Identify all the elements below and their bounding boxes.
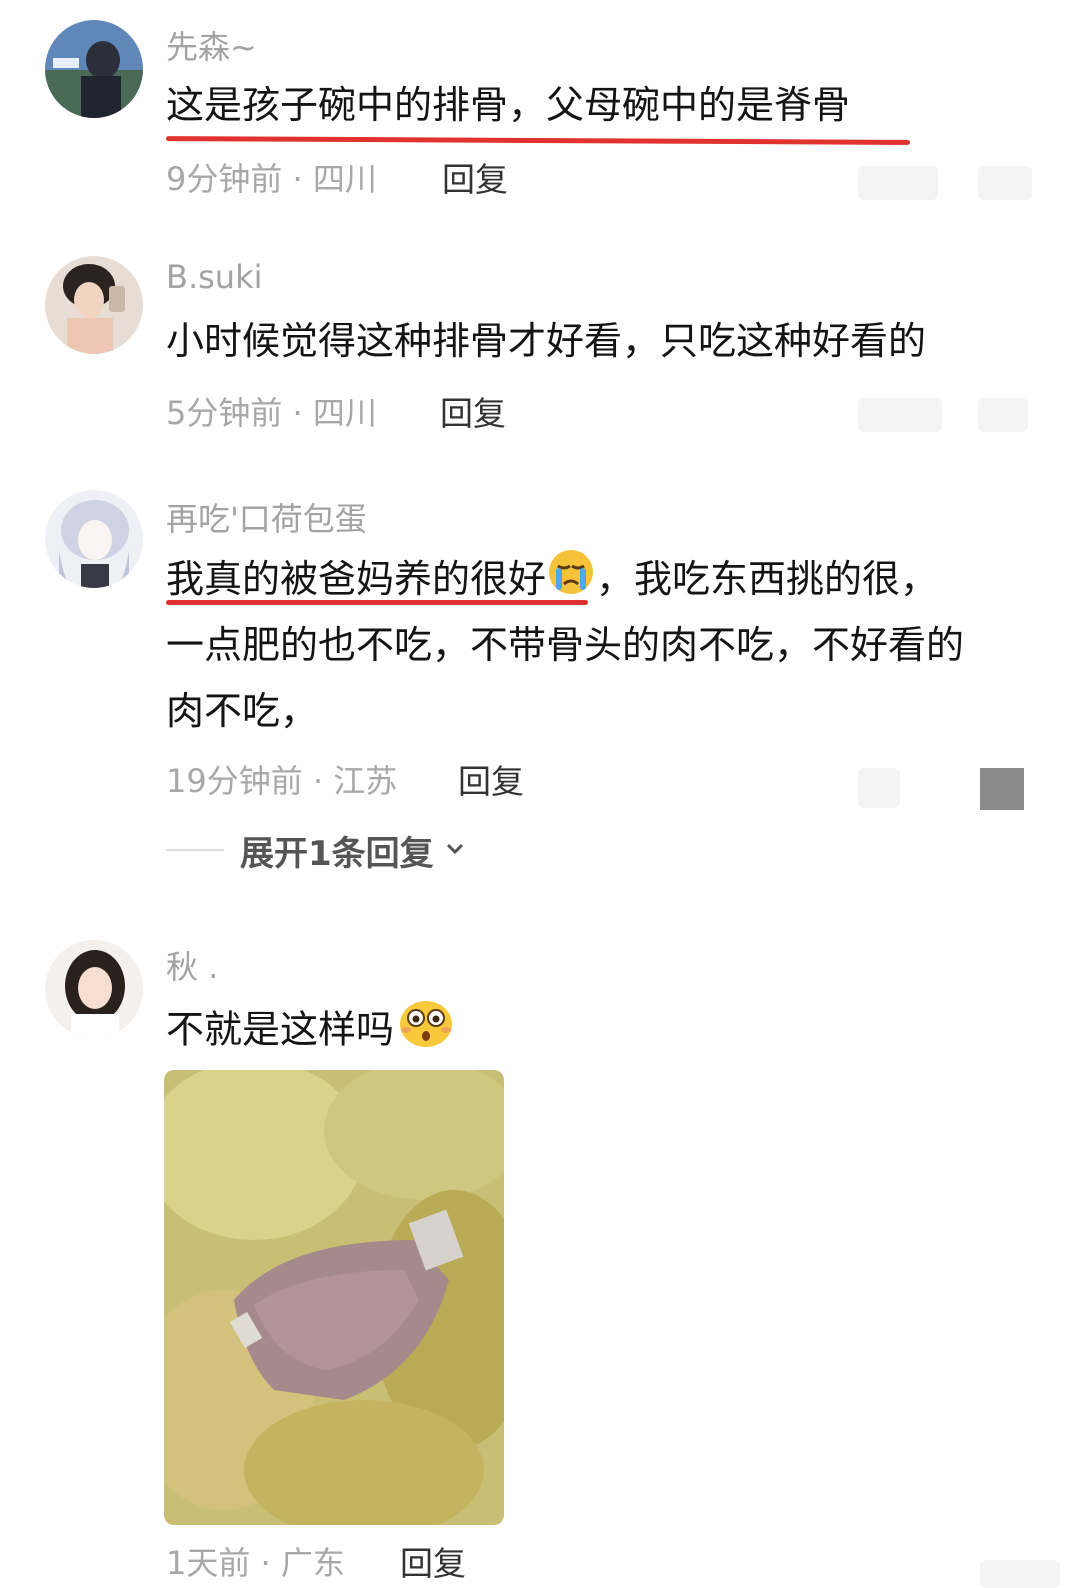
crying-emoji-icon <box>546 547 596 617</box>
expand-replies-label: 展开1条回复 <box>240 833 434 874</box>
faded-like-area <box>858 166 938 200</box>
comment-text-highlighted: 我真的被爸妈养的很好 <box>166 557 547 601</box>
reply-button[interactable]: 回复 <box>442 153 508 201</box>
avatar[interactable] <box>45 256 143 354</box>
username[interactable]: B.suki <box>166 258 263 296</box>
faded-like-area <box>978 166 1032 200</box>
faded-like-area <box>978 398 1028 432</box>
comment-text: 这是孩子碗中的排骨，父母碗中的是脊骨 <box>166 83 851 127</box>
timestamp-location: 19分钟前 · 江苏 <box>166 762 398 800</box>
comment-text-line3: 肉不吃， <box>166 689 319 733</box>
timestamp-location: 1天前 · 广东 <box>166 1544 345 1582</box>
comment-text-line1: 我真的被爸妈养的很好 ，我吃东西挑的很， <box>166 546 938 617</box>
surprised-emoji-icon <box>394 994 458 1070</box>
expand-replies-button[interactable]: 展开1条回复 <box>166 828 466 874</box>
faded-like-area <box>858 768 900 808</box>
comment-text-line2: 一点肥的也不吃，不带骨头的肉不吃，不好看的 <box>166 623 965 667</box>
username[interactable]: 再吃'口荷包蛋 <box>166 494 367 540</box>
reply-button[interactable]: 回复 <box>458 755 524 803</box>
reply-button[interactable]: 回复 <box>400 1537 466 1585</box>
avatar[interactable] <box>45 940 143 1038</box>
chevron-down-icon <box>444 837 466 863</box>
avatar[interactable] <box>45 20 143 118</box>
username[interactable]: 先森~ <box>166 22 257 68</box>
avatar[interactable] <box>45 490 143 588</box>
reply-button[interactable]: 回复 <box>440 387 506 435</box>
redaction-box <box>980 768 1024 810</box>
comment-text: 小时候觉得这种排骨才好看，只吃这种好看的 <box>166 319 927 363</box>
red-underline <box>166 600 588 605</box>
comment-text-rest: ，我吃东西挑的很， <box>596 557 939 601</box>
comment-text-content: 不就是这样吗 <box>166 1007 395 1052</box>
timestamp-location: 5分钟前 · 四川 <box>166 394 377 432</box>
username[interactable]: 秋 . <box>166 942 218 988</box>
faded-like-area <box>980 1560 1060 1588</box>
attached-photo[interactable] <box>164 1070 504 1525</box>
faded-like-area <box>858 398 942 432</box>
comment-text: 不就是这样吗 <box>166 994 458 1070</box>
timestamp-location: 9分钟前 · 四川 <box>166 160 377 198</box>
divider <box>166 849 224 851</box>
